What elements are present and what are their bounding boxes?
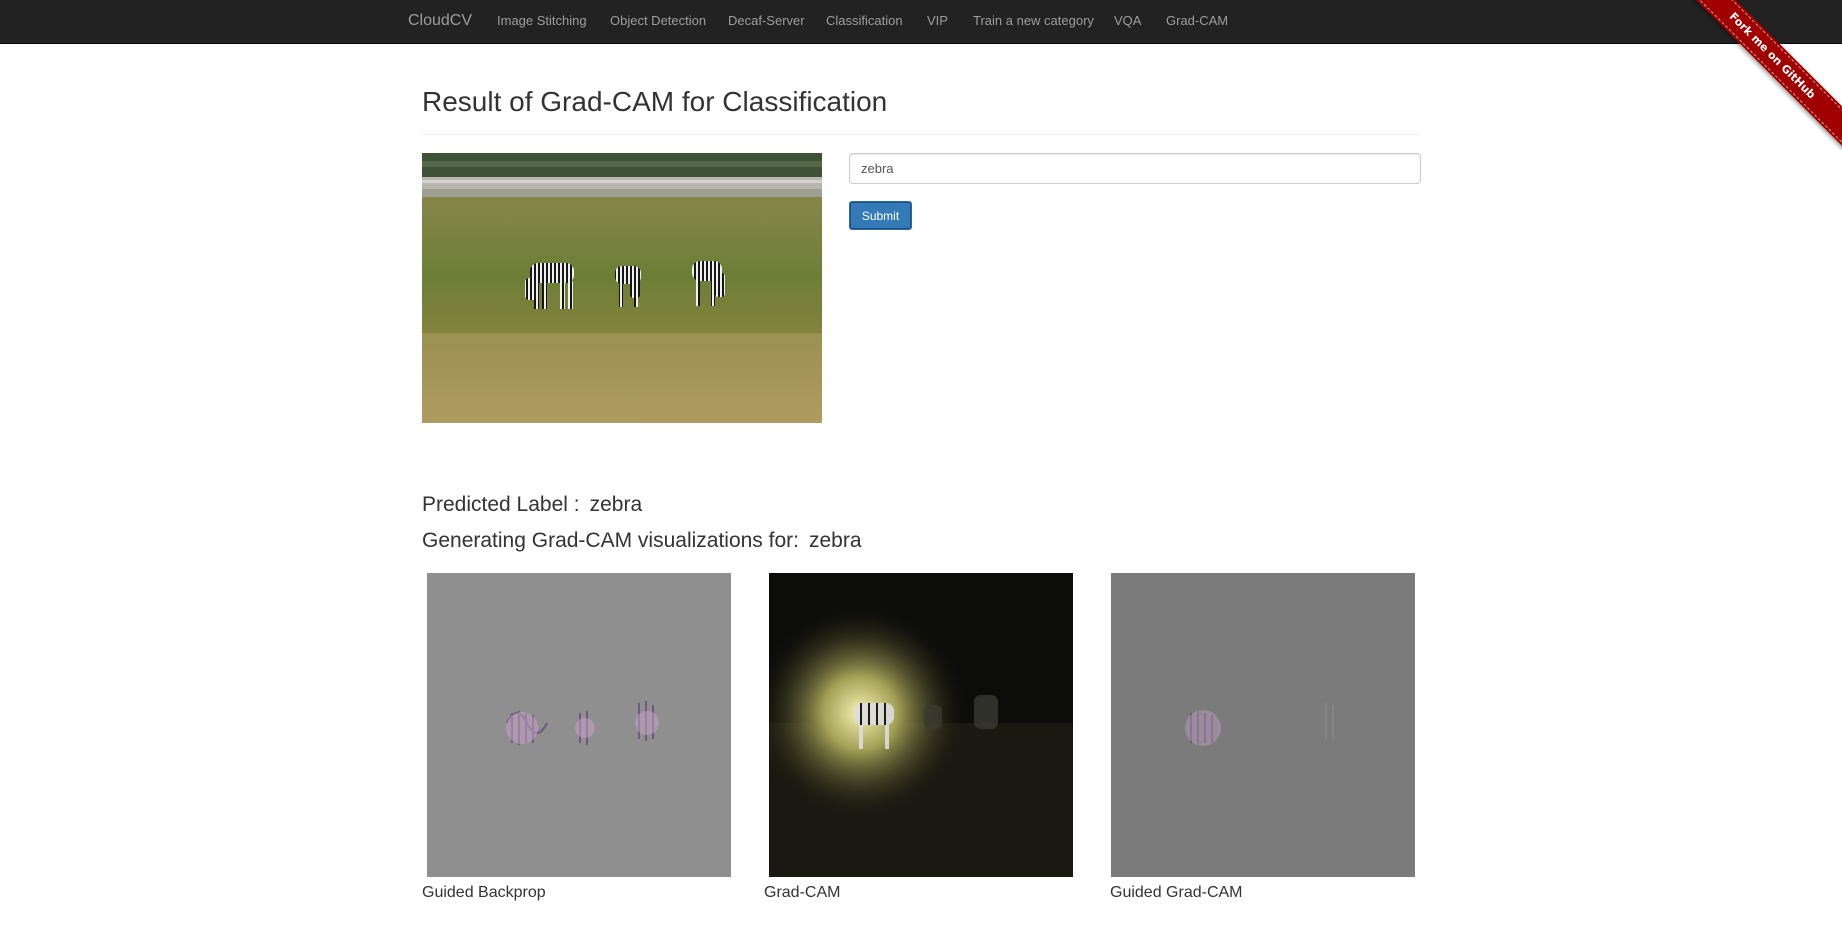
nav-item-vqa[interactable]: VQA (1114, 0, 1141, 42)
input-image (422, 153, 822, 423)
grad-cam-caption: Grad-CAM (764, 884, 841, 901)
guided-grad-cam-image (1111, 573, 1415, 877)
predicted-label-value: zebra (589, 493, 643, 516)
nav-item-image-stitching[interactable]: Image Stitching (497, 0, 587, 42)
grad-cam-image (769, 573, 1073, 877)
title-divider (422, 134, 1420, 135)
submit-button[interactable]: Submit (849, 201, 912, 230)
nav-item-vip[interactable]: VIP (927, 0, 948, 42)
github-ribbon-container: Fork me on GitHub (1692, 0, 1842, 150)
top-navbar: CloudCV Image Stitching Object Detection… (0, 0, 1842, 44)
nav-item-grad-cam[interactable]: Grad-CAM (1166, 0, 1228, 42)
predicted-label-prefix: Predicted Label : (422, 493, 580, 516)
nav-item-train-new-category[interactable]: Train a new category (973, 0, 1094, 42)
nav-item-object-detection[interactable]: Object Detection (610, 0, 706, 42)
class-label-input[interactable] (849, 153, 1421, 184)
nav-item-classification[interactable]: Classification (826, 0, 903, 42)
page-title: Result of Grad-CAM for Classification (422, 86, 888, 117)
generating-value: zebra (809, 529, 862, 552)
brand-link[interactable]: CloudCV (408, 0, 472, 42)
predicted-label-row: Predicted Label : zebra (422, 493, 642, 517)
generating-row: Generating Grad-CAM visualizations for: z… (422, 529, 862, 553)
fork-github-ribbon[interactable]: Fork me on GitHub (1692, 0, 1842, 150)
nav-item-decaf-server[interactable]: Decaf-Server (728, 0, 805, 42)
guided-backprop-caption: Guided Backprop (422, 884, 546, 901)
guided-grad-cam-caption: Guided Grad-CAM (1110, 884, 1243, 901)
guided-backprop-image (427, 573, 731, 877)
generating-prefix: Generating Grad-CAM visualizations for: (422, 529, 799, 552)
